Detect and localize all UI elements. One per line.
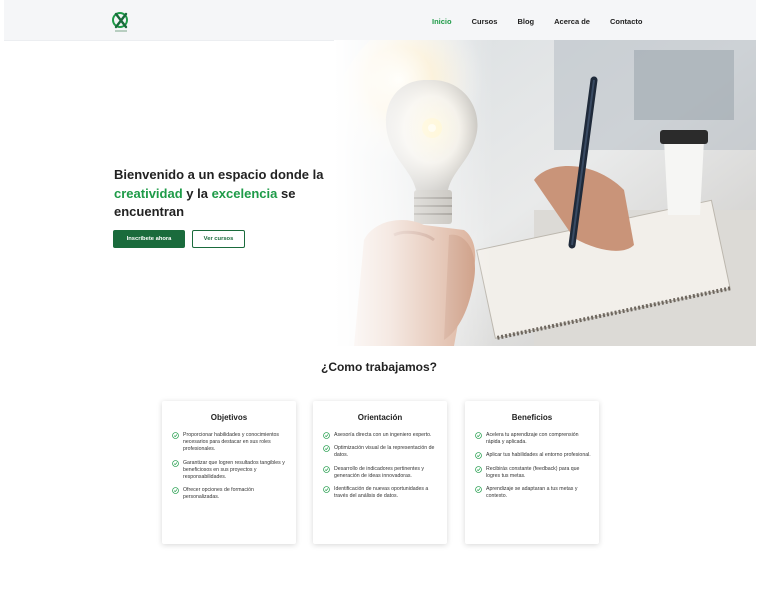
brand-logo[interactable] [110, 10, 132, 34]
hero-image-fade [334, 40, 494, 346]
list-item: Aprendizaje se adaptaran a tus metas y c… [475, 486, 591, 500]
list-item: Aplicar tus habilidades al entorno profe… [475, 452, 591, 460]
hero-headline-highlight-creatividad: creatividad [114, 185, 183, 201]
hero-headline-part: y la [182, 185, 212, 201]
list-item: Optimización visual de la representación… [323, 445, 439, 459]
nav-link-inicio[interactable]: Inicio [432, 17, 452, 26]
card-beneficios: Beneficios Acelera tu aprendizaje con co… [465, 401, 599, 544]
list-item-text: Asesoría directa con un ingeniero expert… [334, 432, 432, 438]
list-item-text: Ofrecer opciones de formación personaliz… [183, 487, 254, 501]
check-circle-icon [475, 486, 482, 493]
list-item: Recibirás constante (feedback) para que … [475, 466, 591, 480]
main-menu: Inicio Cursos Blog Acerca de Contacto [432, 17, 662, 26]
list-item: Proporcionar habilidades y conocimientos… [172, 432, 288, 454]
list-item-text: Acelera tu aprendizaje con comprensión r… [486, 432, 579, 446]
check-circle-icon [323, 432, 330, 439]
card-title: Beneficios [511, 413, 553, 422]
nav-link-blog[interactable]: Blog [517, 17, 534, 26]
list-item-text: Desarrollo de indicadores pertinentes y … [334, 465, 424, 479]
section-title: ¿Como trabajamos? [320, 360, 437, 374]
check-circle-icon [323, 465, 330, 473]
list-item: Identificación de nuevas oportunidades a… [323, 486, 439, 500]
check-circle-icon [323, 445, 330, 452]
top-navbar: Inicio Cursos Blog Acerca de Contacto [4, 0, 756, 41]
list-item: Garantizar que logren resultados tangibl… [172, 460, 288, 482]
check-circle-icon [475, 452, 482, 460]
card-objetivos: Objetivos Proporcionar habilidades y con… [162, 401, 296, 544]
check-circle-icon [323, 486, 330, 493]
card-title: Objetivos [210, 413, 248, 422]
list-item-text: Aplicar tus habilidades al entorno profe… [486, 452, 591, 459]
list-item-text: Garantizar que logren resultados tangibl… [183, 459, 285, 481]
list-item-text: Recibirás constante (feedback) para que … [486, 465, 580, 479]
card-title: Orientación [357, 413, 403, 422]
hero-headline-highlight-excelencia: excelencia [211, 185, 278, 201]
list-item-text: Identificación de nuevas oportunidades a… [334, 486, 429, 500]
nav-link-acerca-de[interactable]: Acerca de [554, 17, 590, 26]
card-list: Proporcionar habilidades y conocimientos… [162, 432, 296, 502]
hero-headline-part: Bienvenido a un espacio donde la [114, 167, 324, 182]
hero-headline: Bienvenido a un espacio donde la creativ… [114, 166, 354, 222]
nav-link-contacto[interactable]: Contacto [610, 17, 643, 26]
card-list: Acelera tu aprendizaje con comprensión r… [465, 432, 599, 500]
list-item: Asesoría directa con un ingeniero expert… [323, 432, 439, 439]
list-item: Ofrecer opciones de formación personaliz… [172, 487, 288, 501]
check-circle-icon [475, 432, 482, 439]
list-item-text: Aprendizaje se adaptaran a tus metas y c… [486, 486, 578, 500]
view-courses-button[interactable]: Ver cursos [192, 230, 245, 248]
check-circle-icon [172, 487, 179, 495]
list-item: Acelera tu aprendizaje con comprensión r… [475, 432, 591, 446]
check-circle-icon [172, 432, 179, 439]
list-item-text: Proporcionar habilidades y conocimientos… [183, 432, 280, 453]
check-circle-icon [172, 459, 179, 467]
list-item: Desarrollo de indicadores pertinentes y … [323, 466, 439, 480]
enroll-now-button[interactable]: Inscríbete ahora [113, 230, 185, 248]
check-circle-icon [475, 465, 482, 473]
list-item-text: Optimización visual de la representación… [334, 445, 435, 459]
nav-link-cursos[interactable]: Cursos [472, 17, 498, 26]
card-orientacion: Orientación Asesoría directa con un inge… [313, 401, 447, 544]
card-list: Asesoría directa con un ingeniero expert… [313, 432, 447, 500]
